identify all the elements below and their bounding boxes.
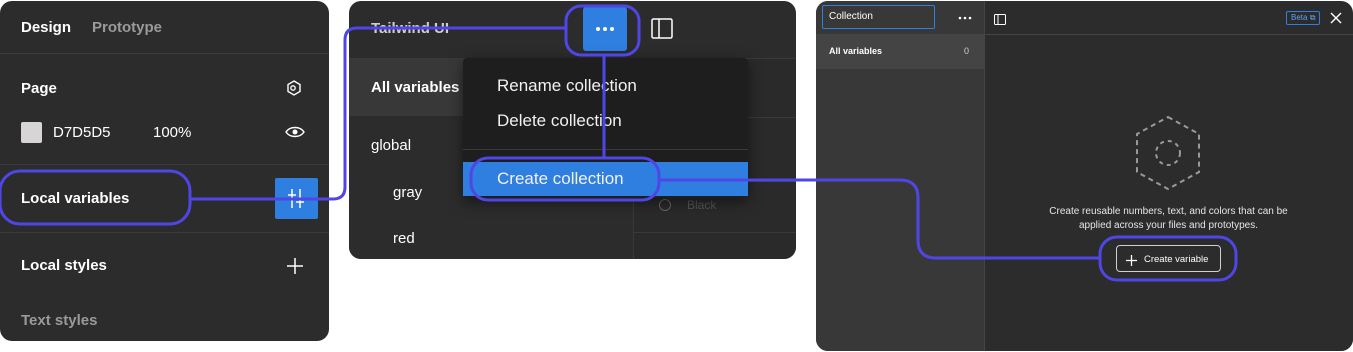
collection-name-input[interactable]: Collection [822,5,935,29]
local-styles-label: Local styles [21,257,107,274]
tab-design[interactable]: Design [21,19,71,36]
sliders-icon [288,189,304,208]
create-variable-label: Create variable [1144,254,1209,265]
panel-tabs: Design Prototype [0,1,329,54]
group-global[interactable]: global [371,137,411,154]
menu-rename-collection[interactable]: Rename collection [497,76,637,96]
page-color-hex[interactable]: D7D5D5 [53,124,111,141]
page-color-swatch[interactable] [21,122,42,143]
menu-delete-collection[interactable]: Delete collection [497,111,622,131]
all-variables-label[interactable]: All variables [371,79,459,96]
sidebar-toggle-icon[interactable] [651,18,673,39]
sidebar-toggle-icon[interactable] [994,12,1006,25]
all-variables-count: 0 [964,46,970,56]
beta-badge[interactable]: Beta ⧉ [1286,11,1321,25]
variable-row-partial: Black [687,198,717,212]
menu-create-collection-label[interactable]: Create collection [497,169,624,189]
color-dot-icon [659,199,671,211]
add-style-icon[interactable] [286,257,304,275]
more-options-button[interactable] [583,7,627,51]
page-opacity[interactable]: 100% [153,124,191,141]
variables-dialog: Collection Beta ⧉ All variables 0 Create… [816,1,1353,351]
close-icon[interactable] [1330,11,1342,24]
design-panel: Design Prototype Page D7D5D5 100% Local … [0,1,329,341]
page-heading: Page [21,80,57,97]
local-variables-label[interactable]: Local variables [21,190,129,207]
tab-prototype[interactable]: Prototype [92,19,162,36]
collection-title[interactable]: Tailwind UI [371,20,449,37]
more-options-icon[interactable] [957,11,973,23]
plus-icon [1126,253,1137,266]
open-variables-button[interactable] [275,178,318,219]
variable-mode-icon[interactable] [285,79,303,97]
eye-icon[interactable] [285,125,305,139]
ellipsis-icon [596,27,614,31]
group-gray[interactable]: gray [393,184,422,201]
all-variables-label[interactable]: All variables [829,46,882,56]
text-styles-label: Text styles [21,312,98,329]
empty-message-line2: applied across your files and prototypes… [1079,220,1258,231]
empty-message-line1: Create reusable numbers, text, and color… [1049,206,1288,217]
create-variable-button[interactable]: Create variable [1116,245,1221,272]
group-red[interactable]: red [393,230,415,247]
collection-options-menu: Rename collection Delete collection Crea… [463,58,748,198]
variables-empty-icon [1133,113,1203,193]
